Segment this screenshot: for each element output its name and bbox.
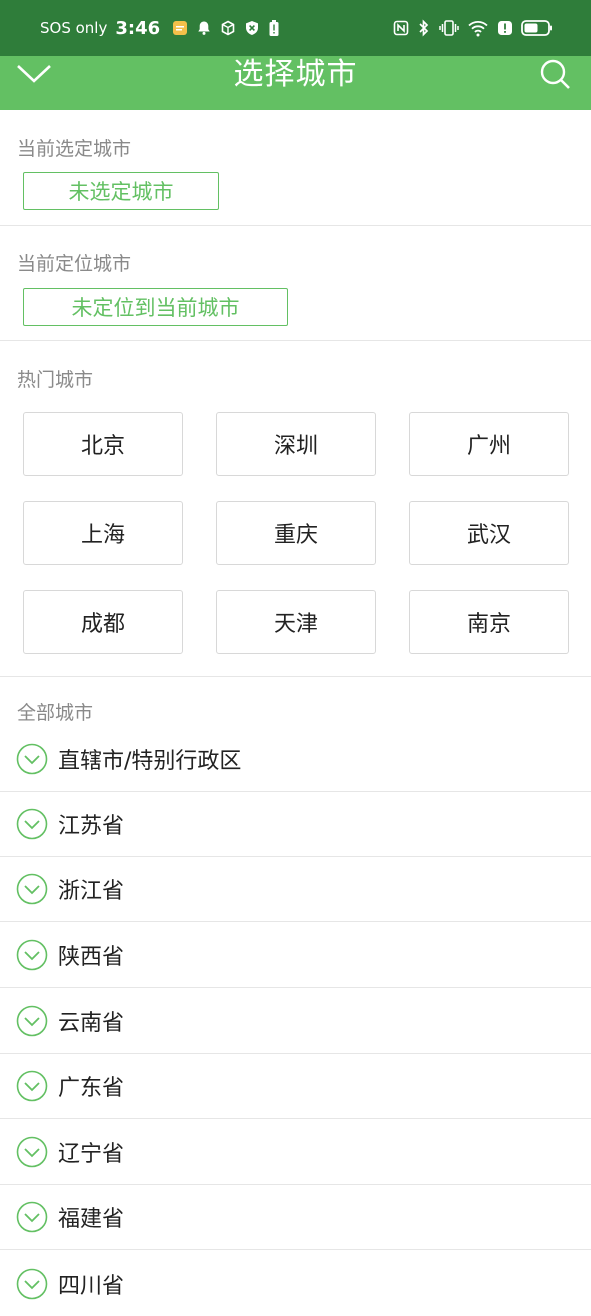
selected-city-label: 当前选定城市 <box>17 138 132 160</box>
expand-chevron-icon <box>16 1070 48 1102</box>
province-item[interactable]: 直辖市/特别行政区 <box>0 727 591 792</box>
province-name: 福建省 <box>58 1207 125 1232</box>
province-name: 直辖市/特别行政区 <box>58 749 242 774</box>
shield-icon <box>244 20 260 36</box>
province-name: 江苏省 <box>58 814 125 839</box>
located-city-label: 当前定位城市 <box>17 253 132 275</box>
wifi-icon <box>467 19 489 37</box>
divider <box>0 225 591 226</box>
all-cities-label: 全部城市 <box>17 702 94 724</box>
province-name: 云南省 <box>58 1011 125 1036</box>
expand-chevron-icon <box>16 939 48 971</box>
carrier-text: SOS only <box>40 19 108 37</box>
province-name: 陕西省 <box>58 945 125 970</box>
hot-city-button[interactable]: 武汉 <box>409 501 569 565</box>
expand-chevron-icon <box>16 1201 48 1233</box>
province-name: 辽宁省 <box>58 1142 125 1167</box>
hot-city-button[interactable]: 广州 <box>409 412 569 476</box>
province-item[interactable]: 陕西省 <box>0 923 591 988</box>
province-item[interactable]: 江苏省 <box>0 792 591 857</box>
search-icon <box>538 57 572 95</box>
hot-city-button[interactable]: 成都 <box>23 590 183 654</box>
expand-chevron-icon <box>16 1268 48 1300</box>
province-item[interactable]: 云南省 <box>0 989 591 1054</box>
notes-app-icon <box>172 20 188 36</box>
located-city-button[interactable]: 未定位到当前城市 <box>23 288 288 326</box>
status-bar: SOS only 3:46 <box>0 0 591 56</box>
expand-chevron-icon <box>16 808 48 840</box>
hot-city-button[interactable]: 上海 <box>23 501 183 565</box>
expand-chevron-icon <box>16 743 48 775</box>
province-name: 广东省 <box>58 1076 125 1101</box>
battery-icon <box>521 19 553 37</box>
hot-city-button[interactable]: 重庆 <box>216 501 376 565</box>
battery-alert-icon <box>268 19 280 37</box>
province-item[interactable]: 浙江省 <box>0 857 591 922</box>
expand-chevron-icon <box>16 873 48 905</box>
navigation-bar: 选择城市 <box>0 56 591 110</box>
selected-city-button[interactable]: 未选定城市 <box>23 172 219 210</box>
divider <box>0 676 591 677</box>
hot-city-button[interactable]: 南京 <box>409 590 569 654</box>
hot-city-button[interactable]: 北京 <box>23 412 183 476</box>
divider <box>0 340 591 341</box>
hot-city-button[interactable]: 天津 <box>216 590 376 654</box>
bluetooth-icon <box>417 19 431 37</box>
province-item[interactable]: 福建省 <box>0 1185 591 1250</box>
box-icon <box>220 20 236 36</box>
clock-time: 3:46 <box>115 17 161 39</box>
nfc-icon <box>393 20 409 36</box>
hot-cities-label: 热门城市 <box>17 369 94 391</box>
expand-chevron-icon <box>16 1136 48 1168</box>
province-item[interactable]: 辽宁省 <box>0 1120 591 1185</box>
vibrate-icon <box>439 19 459 37</box>
bell-icon <box>196 20 212 36</box>
province-item[interactable]: 四川省 <box>0 1251 591 1316</box>
province-name: 四川省 <box>58 1273 125 1299</box>
alert-icon <box>497 20 513 36</box>
search-button[interactable] <box>535 56 575 96</box>
expand-chevron-icon <box>16 1005 48 1037</box>
page-title: 选择城市 <box>233 57 358 92</box>
province-item[interactable]: 广东省 <box>0 1054 591 1119</box>
province-name: 浙江省 <box>58 879 125 904</box>
hot-city-button[interactable]: 深圳 <box>216 412 376 476</box>
